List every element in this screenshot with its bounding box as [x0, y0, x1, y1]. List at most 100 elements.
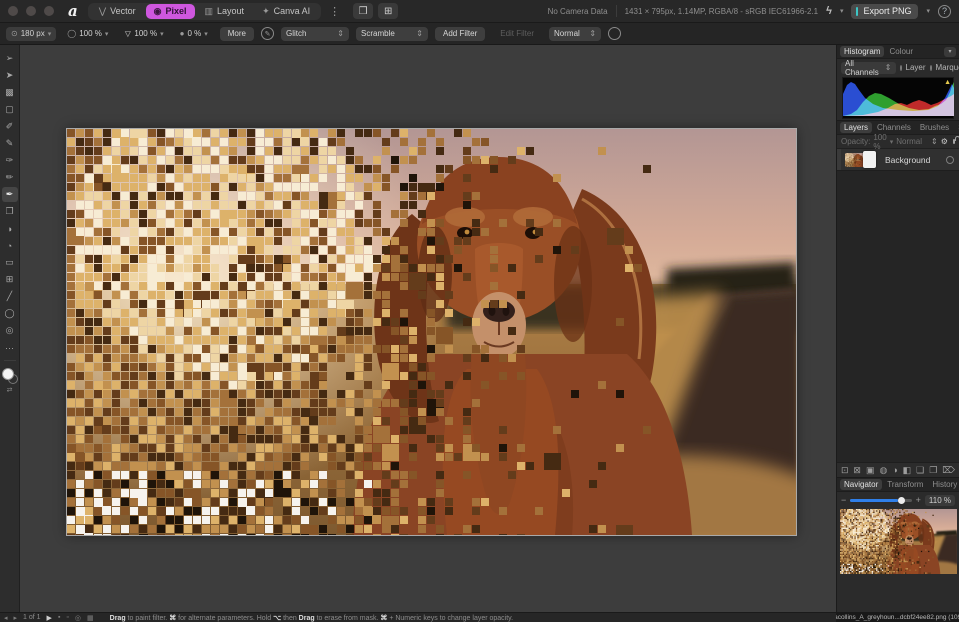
flash-icon[interactable]: ϟ: [826, 5, 832, 17]
persona-overflow-icon[interactable]: ⋮: [329, 5, 340, 18]
layer-checkbox[interactable]: [900, 65, 902, 71]
selection-brush-tool[interactable]: ✐: [2, 119, 18, 134]
dodge-tool[interactable]: ◑: [2, 221, 18, 236]
marquee-tool[interactable]: ▢: [2, 102, 18, 117]
pixel-tool[interactable]: ✒: [2, 187, 18, 202]
shape-tool[interactable]: ▭: [2, 255, 18, 270]
edit-all-layers-icon[interactable]: ⊡: [841, 465, 849, 476]
layer-visibility-toggle[interactable]: [946, 156, 954, 164]
brush-editor-icon[interactable]: ✎: [261, 27, 274, 40]
filter-category-select[interactable]: Glitch ⇕: [281, 27, 349, 41]
navigator-thumbnail[interactable]: [840, 509, 957, 574]
tab-brushes[interactable]: Brushes: [916, 122, 953, 133]
filter-name-select[interactable]: Scramble ⇕: [356, 27, 428, 41]
sponge-tool[interactable]: ◯: [2, 306, 18, 321]
history-forward-icon[interactable]: ▸: [14, 614, 18, 622]
document-canvas[interactable]: [67, 129, 796, 535]
tab-colour[interactable]: Colour: [885, 46, 917, 57]
mesh-warp-tool[interactable]: ⊞: [2, 272, 18, 287]
snap-toggle-icon[interactable]: ▪: [58, 614, 60, 621]
frame-toggle-icon[interactable]: ▫: [66, 614, 68, 621]
persona-canva-ai[interactable]: ✦ Canva AI: [254, 4, 318, 19]
help-button[interactable]: ?: [938, 5, 951, 18]
tab-transform[interactable]: Transform: [883, 479, 927, 490]
new-layer-icon[interactable]: ❐: [929, 465, 937, 476]
smudge-tool[interactable]: ◔: [2, 238, 18, 253]
tab-history[interactable]: History: [928, 479, 959, 490]
mask-layer-icon[interactable]: ▣: [866, 465, 875, 476]
tab-layers[interactable]: Layers: [840, 122, 872, 133]
layer-effects-icon[interactable]: ⊠: [853, 465, 861, 476]
clipping-warning-icon[interactable]: ▲: [944, 79, 951, 86]
window-close-button[interactable]: [8, 6, 18, 16]
brush-size-control[interactable]: ⊙ 180 px ▾: [6, 27, 56, 41]
colour-picker-tool[interactable]: ╱: [2, 289, 18, 304]
snapping-icon[interactable]: ❒: [353, 3, 373, 19]
blend-stepper-icon[interactable]: ⇕: [931, 137, 938, 146]
persona-pixel[interactable]: ◉ Pixel: [146, 4, 195, 19]
group-layers-icon[interactable]: ❏: [916, 465, 924, 476]
zoom-out-button[interactable]: −: [841, 495, 846, 505]
hardness-control[interactable]: ● 0 % ▾: [175, 27, 213, 41]
delete-layer-icon[interactable]: ⌦: [942, 465, 955, 476]
history-back-icon[interactable]: ◂: [4, 614, 8, 622]
more-tools[interactable]: ···: [2, 340, 18, 355]
tab-stock[interactable]: Stock: [954, 122, 959, 133]
document-info-label: 1431 × 795px, 1.14MP, RGBA/8 - sRGB IEC6…: [625, 7, 819, 16]
clone-tool[interactable]: ❐: [2, 204, 18, 219]
play-icon[interactable]: ▶: [47, 614, 52, 622]
zoom-slider[interactable]: [850, 499, 911, 502]
colour-well[interactable]: [2, 368, 18, 384]
layer-row-background[interactable]: Background: [837, 149, 959, 171]
tab-navigator[interactable]: Navigator: [840, 479, 882, 490]
persona-label: Vector: [110, 6, 136, 16]
persona-layout[interactable]: ▥ Layout: [197, 4, 253, 19]
live-filter-icon[interactable]: ◍: [879, 465, 887, 476]
wet-edges-icon[interactable]: [608, 27, 621, 40]
layer-opacity-value[interactable]: 100 %: [873, 133, 886, 151]
grid-icon[interactable]: ▦: [87, 614, 94, 622]
persona-label: Layout: [217, 6, 244, 16]
export-png-button[interactable]: Export PNG: [851, 4, 918, 19]
adjustment-icon[interactable]: ◑: [892, 465, 897, 476]
opacity-control[interactable]: ◯ 100 % ▾: [62, 27, 113, 41]
chevron-down-icon[interactable]: ▾: [944, 47, 956, 57]
layer-opacity-caret[interactable]: ▾: [890, 138, 894, 146]
move-tool[interactable]: ➢: [2, 51, 18, 66]
export-dropdown-caret[interactable]: ▾: [926, 7, 930, 15]
node-tool[interactable]: ➤: [2, 68, 18, 83]
pencil-tool[interactable]: ✎: [2, 136, 18, 151]
flood-select-tool[interactable]: ▩: [2, 85, 18, 100]
snapshot-icon[interactable]: ◧: [903, 465, 912, 476]
window-minimize-button[interactable]: [26, 6, 36, 16]
layer-mask-thumbnail[interactable]: [863, 151, 876, 168]
tab-histogram[interactable]: Histogram: [840, 46, 884, 57]
add-filter-button[interactable]: Add Filter: [435, 27, 485, 41]
persona-label: Canva AI: [274, 6, 311, 16]
channel-select[interactable]: All Channels ⇕: [841, 62, 896, 74]
persona-vector[interactable]: ⋁ Vector: [91, 4, 144, 19]
more-button[interactable]: More: [220, 27, 254, 41]
zoom-status-icon[interactable]: ◎: [75, 614, 81, 622]
layer-grip[interactable]: [837, 149, 841, 170]
flash-dropdown-caret[interactable]: ▾: [840, 7, 844, 15]
assistant-icon[interactable]: ⊞: [378, 3, 398, 19]
zoom-in-button[interactable]: +: [916, 495, 921, 505]
gear-icon[interactable]: ⚙: [941, 137, 948, 146]
canvas-area[interactable]: [20, 45, 836, 612]
zoom-value[interactable]: 110 %: [925, 495, 955, 506]
zoom-tool[interactable]: ◎: [2, 323, 18, 338]
flow-control[interactable]: 🜄 100 % ▾: [119, 27, 168, 41]
blend-mode-select[interactable]: Normal ⇕: [549, 27, 601, 41]
marquee-checkbox[interactable]: [930, 65, 932, 71]
window-zoom-button[interactable]: [44, 6, 54, 16]
paint-brush-tool[interactable]: ✑: [2, 153, 18, 168]
zoom-slider-thumb[interactable]: [898, 497, 905, 504]
lock-icon[interactable]: [953, 139, 955, 144]
foreground-colour-swatch[interactable]: [2, 368, 14, 380]
erase-brush-tool[interactable]: ✏: [2, 170, 18, 185]
layers-panel: Layers Channels Brushes Stock ▾ Opacity:…: [837, 120, 959, 477]
swap-colours-icon[interactable]: ⇄: [7, 386, 13, 394]
layer-blend-mode[interactable]: Normal: [896, 137, 922, 146]
tab-channels[interactable]: Channels: [873, 122, 915, 133]
